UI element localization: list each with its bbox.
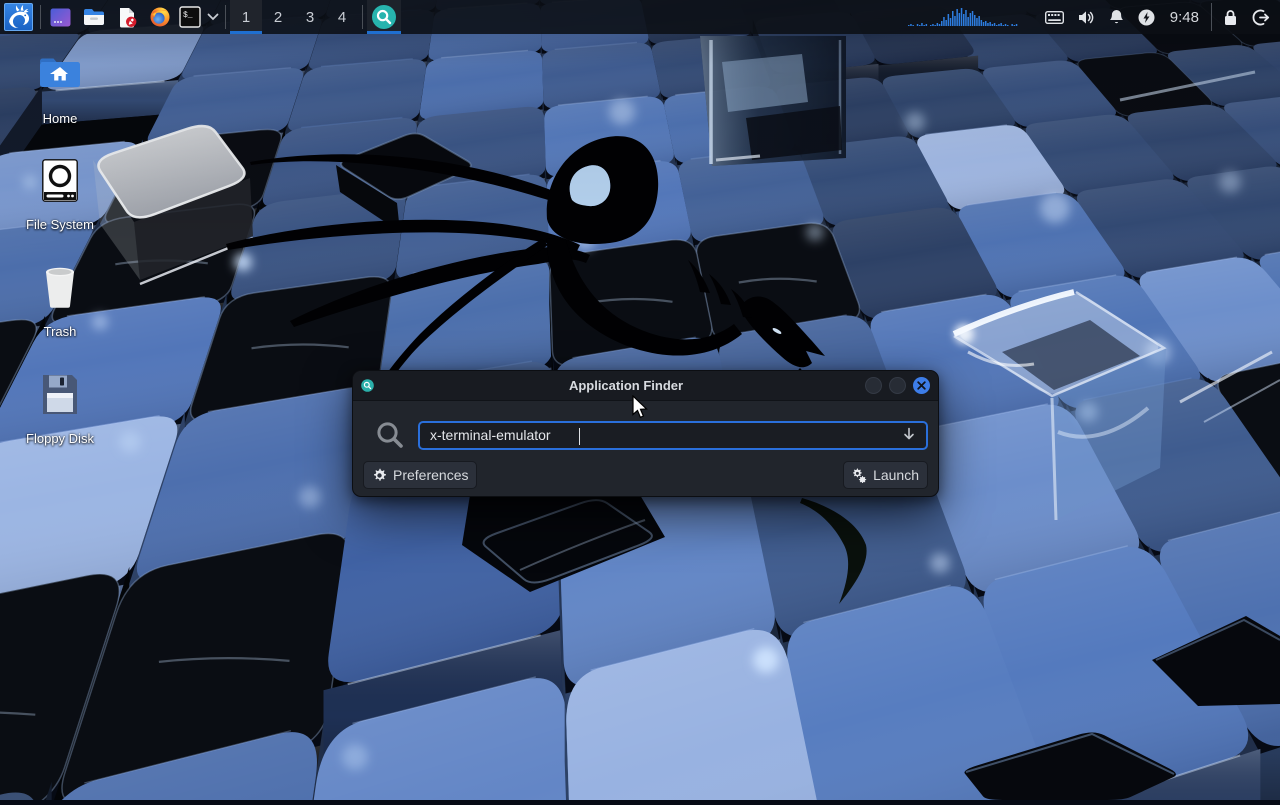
svg-text:$_: $_ bbox=[183, 11, 193, 20]
